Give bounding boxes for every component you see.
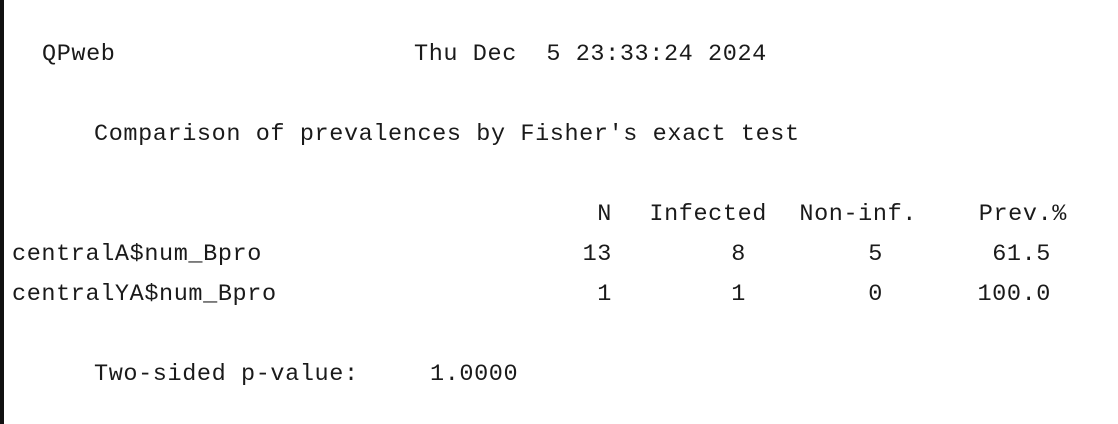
column-header-noninf: Non-inf. (799, 201, 917, 228)
cell-infected: 8 (731, 241, 746, 268)
column-header-n: N (597, 201, 612, 228)
cell-infected: 1 (731, 281, 746, 308)
cell-noninf: 5 (868, 241, 883, 268)
app-name: QPweb (42, 41, 116, 68)
row-label: centralA$num_Bpro (12, 241, 262, 268)
cell-prev: 61.5 (992, 241, 1051, 268)
column-header-infected: Infected (649, 201, 767, 228)
p-value-label: Two-sided p-value: (94, 361, 359, 388)
timestamp: Thu Dec 5 23:33:24 2024 (414, 41, 767, 68)
output-panel: QPweb Thu Dec 5 23:33:24 2024 Comparison… (12, 0, 1112, 424)
p-value: 1.0000 (430, 361, 519, 388)
cell-prev: 100.0 (977, 281, 1051, 308)
left-border (0, 0, 4, 424)
row-label: centralYA$num_Bpro (12, 281, 277, 308)
test-title: Comparison of prevalences by Fisher's ex… (94, 121, 800, 148)
cell-n: 1 (597, 281, 612, 308)
column-header-prev: Prev.% (978, 201, 1067, 228)
cell-n: 13 (582, 241, 612, 268)
cell-noninf: 0 (868, 281, 883, 308)
